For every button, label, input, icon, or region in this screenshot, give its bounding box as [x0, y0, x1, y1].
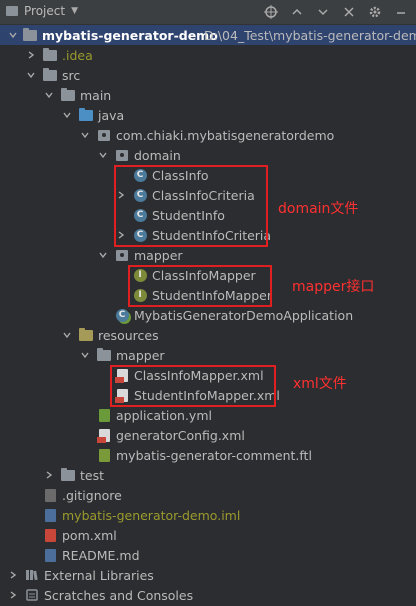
project-view-selector[interactable]: Project ▼ [6, 4, 78, 18]
tree-row-readme[interactable]: README.md [0, 545, 416, 565]
tree-row-application-class[interactable]: C MybatisGeneratorDemoApplication [0, 305, 416, 325]
scratches-icon [24, 587, 40, 603]
chevron-down-icon[interactable] [80, 350, 90, 360]
xml-annotation: xml文件 [293, 376, 347, 392]
library-icon [24, 567, 40, 583]
project-toolbar: Project ▼ [0, 0, 416, 25]
gitignore-file-icon [42, 487, 58, 503]
yml-file-icon [96, 407, 112, 423]
folder-icon [96, 347, 112, 363]
comment-ftl: mybatis-generator-comment.ftl [116, 447, 312, 463]
markdown-file-icon [42, 547, 58, 563]
folder-icon [22, 27, 38, 43]
readme-file: README.md [62, 547, 140, 563]
iml-file: mybatis-generator-demo.iml [62, 507, 241, 523]
tree-row-project-root[interactable]: mybatis-generator-demo D:\04_Test\mybati… [0, 25, 416, 45]
scratches-and-consoles: Scratches and Consoles [44, 587, 194, 603]
tree-row-idea[interactable]: .idea [0, 45, 416, 65]
src-folder: src [62, 67, 81, 83]
close-icon[interactable] [340, 3, 358, 21]
tree-row-gitignore[interactable]: .gitignore [0, 485, 416, 505]
project-name: mybatis-generator-demo [42, 27, 218, 43]
chevron-down-icon[interactable] [26, 70, 36, 80]
chevron-down-icon[interactable] [80, 130, 90, 140]
pom-file: pom.xml [62, 527, 117, 543]
package-name: com.chiaki.mybatisgeneratordemo [116, 127, 335, 143]
tree-row-resources[interactable]: resources [0, 325, 416, 345]
xml-file-icon [96, 427, 112, 443]
chevron-down-icon[interactable] [62, 110, 72, 120]
tree-row-package[interactable]: com.chiaki.mybatisgeneratordemo [0, 125, 416, 145]
tree-row-comment-ftl[interactable]: mybatis-generator-comment.ftl [0, 445, 416, 465]
tree-row-generator-config[interactable]: generatorConfig.xml [0, 425, 416, 445]
tree-row-main[interactable]: main [0, 85, 416, 105]
domain-package: domain [134, 147, 181, 163]
java-folder: java [98, 107, 125, 123]
xml-highlight-box [110, 365, 276, 407]
folder-icon [42, 47, 58, 63]
gitignore-file: .gitignore [62, 487, 122, 503]
tree-row-pom[interactable]: pom.xml [0, 525, 416, 545]
chevron-right-icon[interactable] [8, 570, 18, 580]
tree-row-src[interactable]: src [0, 65, 416, 85]
tree-row-application-yml[interactable]: application.yml [0, 405, 416, 425]
generator-config: generatorConfig.xml [116, 427, 245, 443]
chevron-down-icon[interactable] [62, 330, 72, 340]
chevron-right-icon[interactable] [26, 50, 36, 60]
tree-row-external-libraries[interactable]: External Libraries [0, 565, 416, 585]
package-icon [114, 247, 130, 263]
project-view-icon [6, 6, 18, 16]
tree-row-test[interactable]: test [0, 465, 416, 485]
chevron-down-icon[interactable] [98, 150, 108, 160]
iml-file-icon [42, 507, 58, 523]
package-icon [114, 147, 130, 163]
tree-row-res-mapper[interactable]: mapper [0, 345, 416, 365]
external-libraries: External Libraries [44, 567, 154, 583]
gear-icon[interactable] [366, 3, 384, 21]
tree-row-mapper-package[interactable]: mapper [0, 245, 416, 265]
tree-row-domain[interactable]: domain [0, 145, 416, 165]
source-folder-icon [78, 107, 94, 123]
folder-icon [60, 467, 76, 483]
folder-icon [60, 87, 76, 103]
collapse-all-icon[interactable] [288, 3, 306, 21]
test-folder: test [80, 467, 105, 483]
chevron-down-icon[interactable] [8, 30, 18, 40]
project-path: D:\04_Test\mybatis-generator-demo [204, 27, 416, 43]
chevron-down-icon[interactable] [44, 90, 54, 100]
chevron-right-icon[interactable] [44, 470, 54, 480]
spring-boot-class-icon: C [114, 307, 130, 323]
minimize-icon[interactable] [392, 3, 410, 21]
application-yml: application.yml [116, 407, 212, 423]
tree-row-java[interactable]: java [0, 105, 416, 125]
expand-all-icon[interactable] [314, 3, 332, 21]
maven-file-icon [42, 527, 58, 543]
crosshair-icon[interactable] [262, 3, 280, 21]
main-folder: main [80, 87, 112, 103]
tree-row-scratches[interactable]: Scratches and Consoles [0, 585, 416, 605]
mapper-package: mapper [134, 247, 183, 263]
tree-row-iml[interactable]: mybatis-generator-demo.iml [0, 505, 416, 525]
idea-folder: .idea [62, 47, 93, 63]
chevron-down-icon[interactable] [98, 250, 108, 260]
package-icon [96, 127, 112, 143]
mapper-highlight-box [128, 265, 272, 307]
resources-folder-icon [78, 327, 94, 343]
resources-folder: resources [98, 327, 159, 343]
res-mapper-folder: mapper [116, 347, 165, 363]
mapper-annotation: mapper接口 [292, 279, 375, 295]
toolwindow-title: Project [24, 4, 66, 18]
ftl-file-icon [96, 447, 112, 463]
domain-annotation: domain文件 [278, 201, 359, 217]
chevron-right-icon[interactable] [8, 590, 18, 600]
application-class: MybatisGeneratorDemoApplication [134, 307, 354, 323]
folder-icon [42, 67, 58, 83]
domain-highlight-box [114, 165, 268, 247]
chevron-down-icon: ▼ [71, 6, 78, 16]
